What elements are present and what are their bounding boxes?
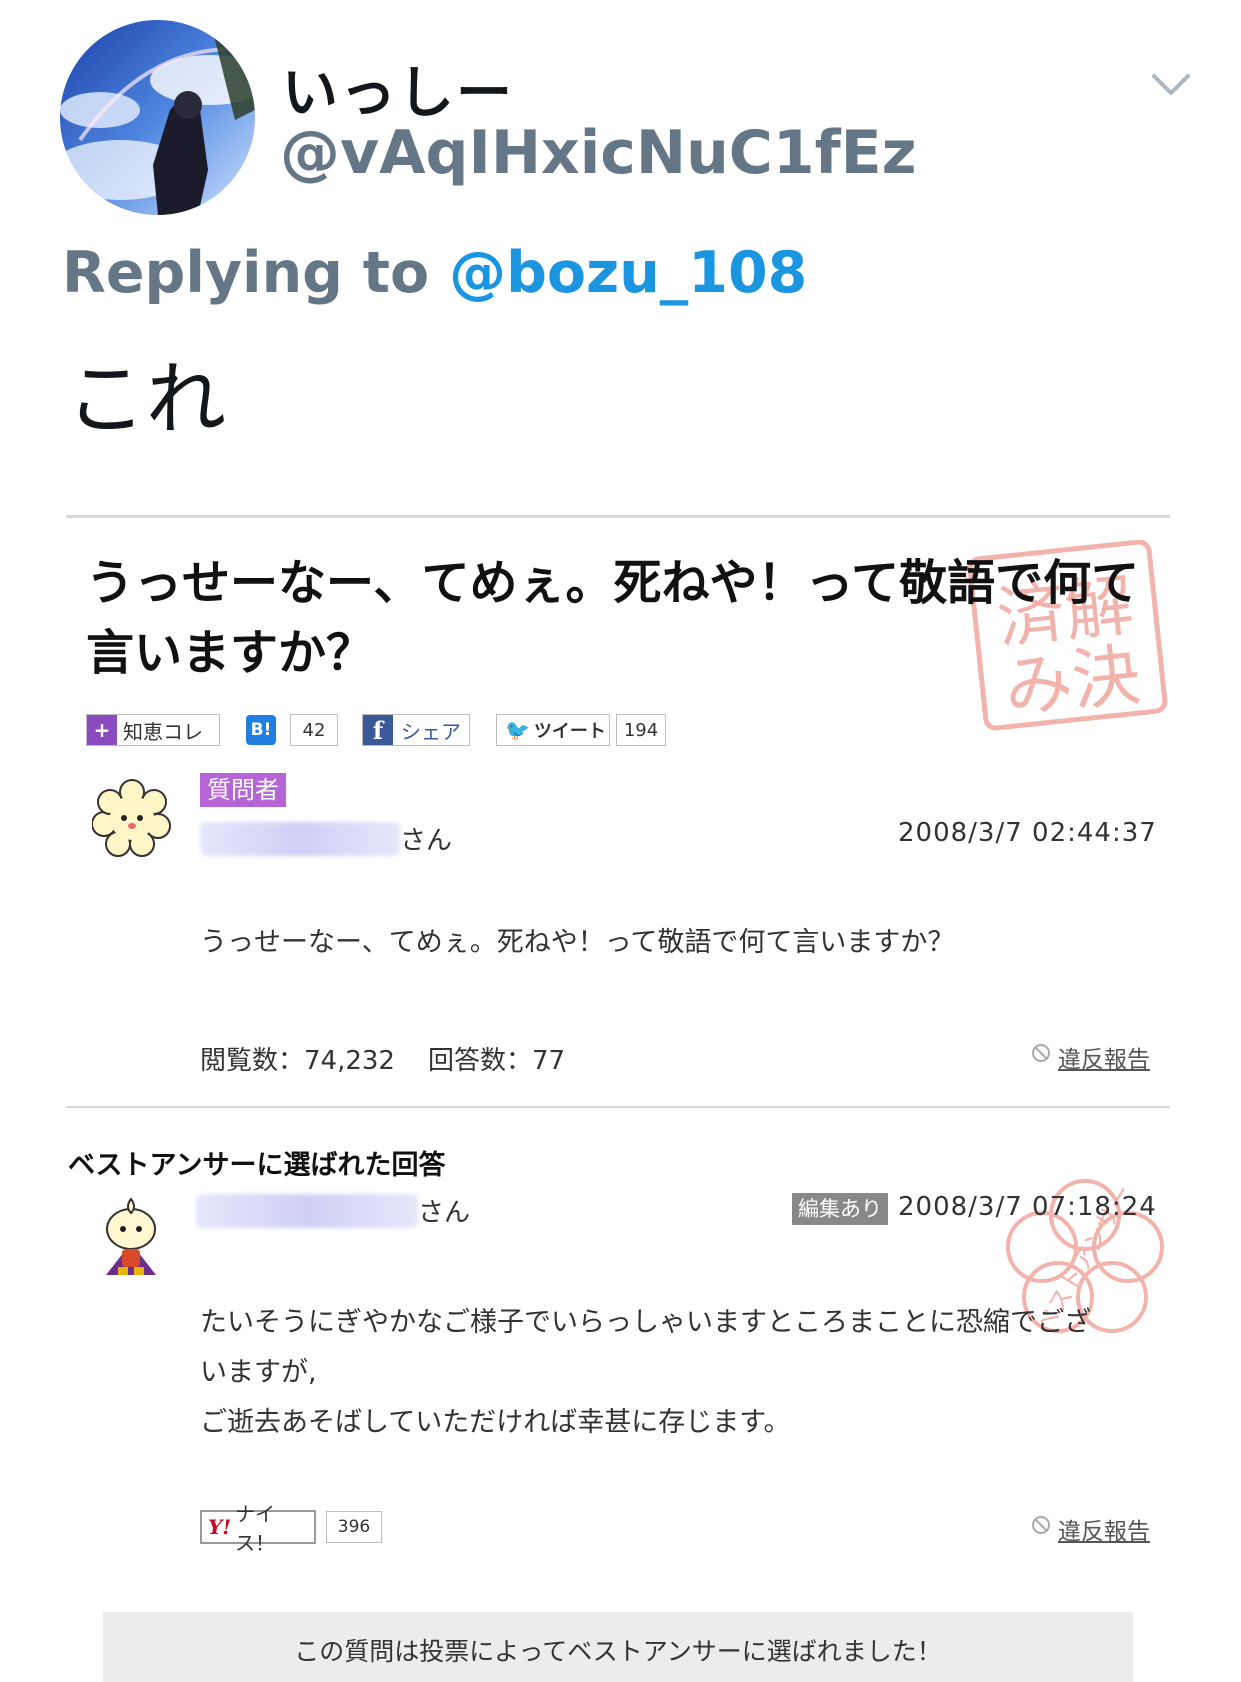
display-name[interactable]: いっしー: [282, 48, 514, 129]
chiebukuro-label: 知恵コレ: [123, 719, 203, 744]
vote-note-bar: この質問は投票によってベストアンサーに選ばれました！: [103, 1612, 1133, 1682]
view-count: 閲覧数：74,232: [200, 1046, 395, 1076]
divider: [66, 515, 1170, 518]
answer-body: たいそうにぎやかなご様子でいらっしゃいますところまことに恐縮でござ いますが, …: [200, 1298, 1091, 1448]
vote-note-text: この質問は投票によってベストアンサーに選ばれました！: [294, 1637, 942, 1666]
hatena-count: 42: [290, 714, 338, 746]
nice-count: 396: [326, 1511, 382, 1543]
yahoo-logo-icon: Y!: [208, 1515, 232, 1539]
avatar[interactable]: [60, 20, 255, 215]
tweet-text: これ: [66, 353, 226, 446]
replying-prefix: Replying to: [62, 240, 450, 306]
answerer-name-suffix: さん: [418, 1198, 471, 1228]
redacted-asker-name: [200, 822, 400, 856]
chiebukuro-collection-button[interactable]: + 知恵コレ: [86, 714, 220, 746]
plus-icon: +: [87, 715, 117, 745]
ban-icon: [1032, 1516, 1050, 1534]
tweet-share-button[interactable]: 🐦 ツイート: [496, 714, 610, 746]
tweet-count: 194: [616, 714, 666, 746]
answer-body-line: ご逝去あそばしていただければ幸甚に存じます。: [200, 1407, 791, 1438]
asker-badge: 質問者: [200, 773, 286, 807]
hatena-icon: B!: [246, 715, 276, 745]
facebook-share-button[interactable]: f シェア: [362, 714, 470, 746]
facebook-share-label: シェア: [401, 719, 461, 744]
divider: [66, 1106, 1170, 1108]
redacted-answerer-name: [196, 1194, 418, 1228]
chevron-down-icon[interactable]: [1148, 62, 1194, 108]
asker-avatar-icon[interactable]: [91, 778, 172, 858]
report-link[interactable]: 違反報告: [1058, 1512, 1150, 1546]
question-body: うっせーなー、てめぇ。死ねや！って敬語で何て言いますか？: [200, 927, 955, 958]
answerer-avatar-icon[interactable]: [96, 1195, 166, 1277]
asker-name-suffix: さん: [400, 826, 453, 856]
nice-button[interactable]: Y! ナイス！: [200, 1502, 316, 1555]
nice-label: ナイス！: [235, 1502, 276, 1555]
answer-body-line: いますが,: [200, 1357, 317, 1388]
report-link[interactable]: 違反報告: [1058, 1040, 1150, 1074]
bird-icon: 🐦: [505, 718, 530, 742]
answer-count: 回答数：77: [428, 1046, 566, 1076]
tweet-share-label: ツイート: [533, 721, 606, 742]
answer-body-line: たいそうにぎやかなご様子でいらっしゃいますところまことに恐縮でござ: [200, 1307, 1091, 1338]
question-date: 2008/3/7 02:44:37: [898, 818, 1157, 848]
user-handle[interactable]: @vAqIHxicNuC1fEz: [280, 118, 917, 188]
mention-link[interactable]: @bozu_108: [449, 240, 807, 306]
hatena-bookmark-button[interactable]: B!: [246, 714, 282, 746]
edited-badge: 編集あり: [792, 1193, 888, 1225]
question-title: うっせーなー、てめぇ。死ねや！って敬語で何て言いますか？: [86, 555, 1140, 681]
facebook-icon: f: [363, 715, 393, 745]
replying-to: Replying to @bozu_108: [62, 240, 807, 306]
ban-icon: [1032, 1044, 1050, 1062]
answer-date: 2008/3/7 07:18:24: [898, 1192, 1157, 1222]
best-answer-heading: ベストアンサーに選ばれた回答: [68, 1150, 446, 1181]
